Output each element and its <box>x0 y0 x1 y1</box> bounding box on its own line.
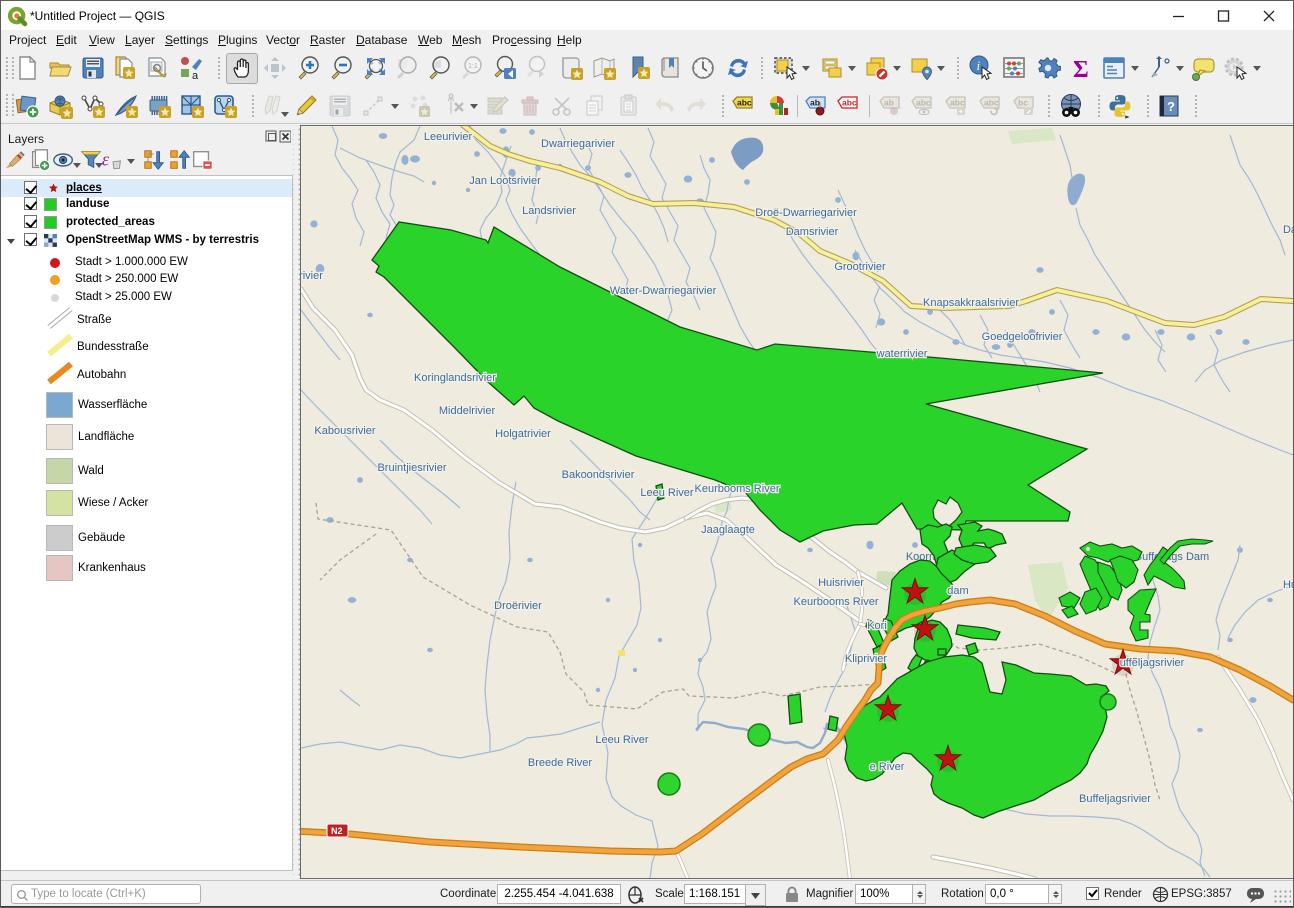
svg-text:rivier: rivier <box>301 270 323 282</box>
svg-text:Buffeljagsrivier: Buffeljagsrivier <box>1079 793 1151 805</box>
svg-text:Huisrivier: Huisrivier <box>818 577 864 589</box>
svg-text:Kliprivier: Kliprivier <box>845 653 888 665</box>
svg-text:i: i <box>977 58 981 73</box>
svg-text:Keurbooms River: Keurbooms River <box>695 483 780 495</box>
svg-text:abc: abc <box>916 98 931 108</box>
svg-text:Leeu River: Leeu River <box>595 734 649 746</box>
svg-text:Keurbooms River: Keurbooms River <box>794 596 879 608</box>
svg-text:Kori: Kori <box>867 620 887 632</box>
svg-text:a: a <box>192 70 199 81</box>
svg-text:ab: ab <box>810 98 820 108</box>
svg-text:abc: abc <box>950 98 965 108</box>
svg-text:Droë-Dwarriegarivier: Droë-Dwarriegarivier <box>755 207 857 219</box>
svg-text:abc: abc <box>984 98 999 108</box>
svg-text:Leeurivier: Leeurivier <box>424 131 473 143</box>
svg-text:Jan Lootsrivier: Jan Lootsrivier <box>469 175 541 187</box>
svg-text:waterrivier: waterrivier <box>876 348 928 360</box>
svg-text:abc: abc <box>842 98 857 108</box>
svg-text:Holgatrivier: Holgatrivier <box>495 428 551 440</box>
svg-text:Σ: Σ <box>1073 57 1089 81</box>
svg-text:Jaaglaagte: Jaaglaagte <box>701 524 755 536</box>
svg-text:Goedgeloofrivier: Goedgeloofrivier <box>982 331 1063 343</box>
svg-text:Water-Dwarriegarivier: Water-Dwarriegarivier <box>610 285 717 297</box>
svg-text:Middelrivier: Middelrivier <box>439 405 496 417</box>
svg-text:Hu: Hu <box>1283 579 1293 591</box>
svg-text:abc: abc <box>737 98 752 108</box>
svg-text:Damsrivier: Damsrivier <box>786 226 839 238</box>
svg-text:Leeu River: Leeu River <box>640 487 694 499</box>
svg-text:Kabousrivier: Kabousrivier <box>314 425 375 437</box>
svg-text:Bakoondsrivier: Bakoondsrivier <box>562 469 635 481</box>
svg-text:uffeljagsrivier: uffeljagsrivier <box>1120 657 1185 669</box>
svg-text:ab: ab <box>884 98 894 108</box>
svg-text:N2: N2 <box>331 826 343 836</box>
svg-text:1:1: 1:1 <box>468 63 478 70</box>
svg-text:Bruintjiesrivier: Bruintjiesrivier <box>377 462 446 474</box>
svg-text:Knapsakkraalsrivier: Knapsakkraalsrivier <box>923 297 1019 309</box>
svg-text:Landsrivier: Landsrivier <box>522 205 576 217</box>
svg-text:?: ? <box>1167 99 1175 114</box>
svg-text:Koringlandsrivier: Koringlandsrivier <box>414 372 496 384</box>
svg-text:bc: bc <box>1018 98 1028 108</box>
svg-text:Droërivier: Droërivier <box>494 600 542 612</box>
svg-text:dam: dam <box>947 585 968 597</box>
svg-text:Breede River: Breede River <box>528 757 593 769</box>
svg-text:Da: Da <box>1283 224 1293 236</box>
svg-text:Grootrivier: Grootrivier <box>834 261 886 273</box>
svg-text:Dwarriegarivier: Dwarriegarivier <box>541 138 615 150</box>
svg-text:e River: e River <box>870 761 905 773</box>
